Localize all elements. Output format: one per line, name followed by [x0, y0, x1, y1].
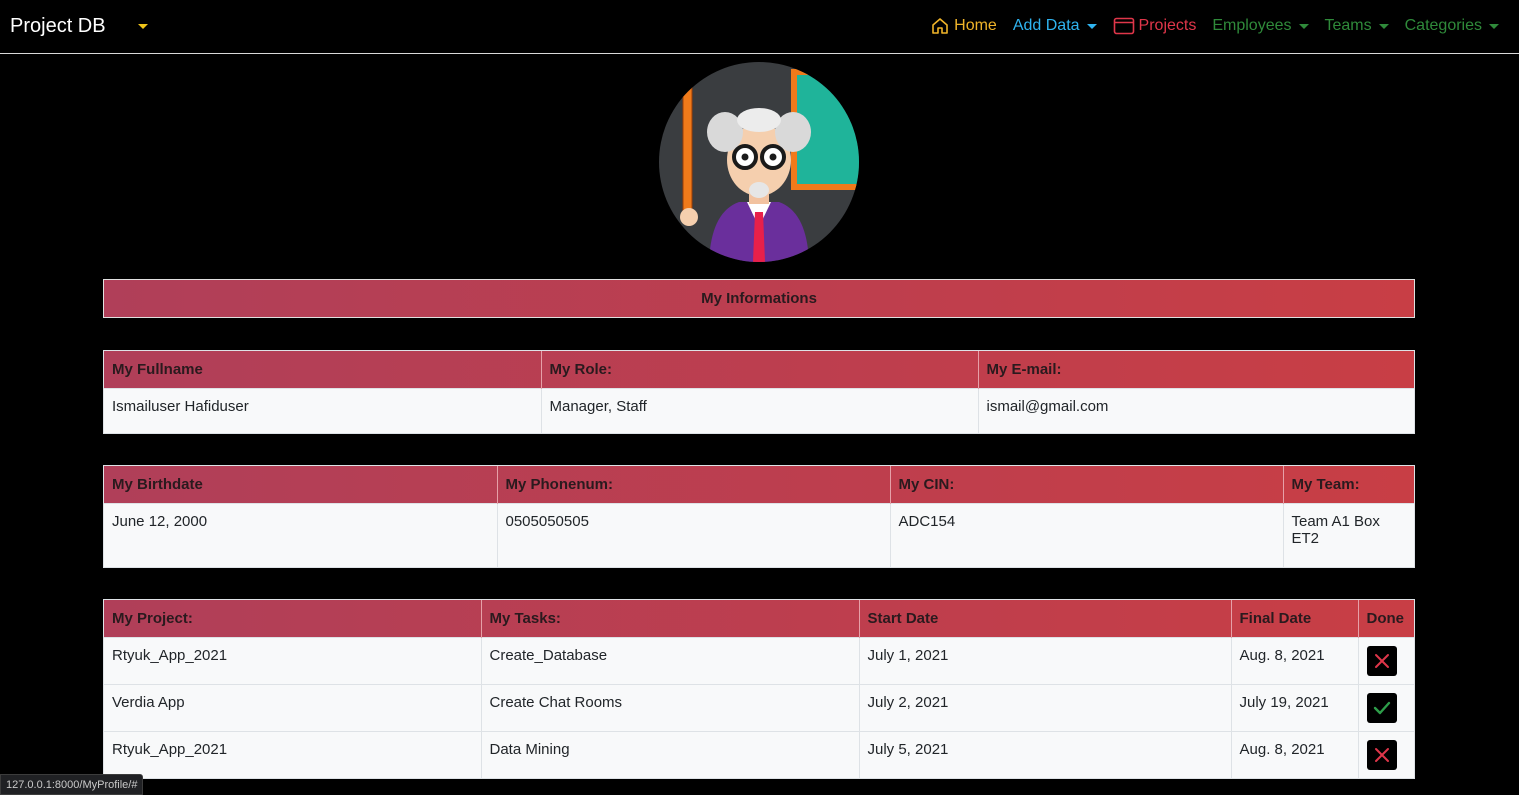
table-row: Rtyuk_App_2021 Create_Database July 1, 2…: [104, 636, 1414, 684]
browser-window-icon: [1113, 17, 1134, 35]
header-tasks: My Tasks:: [481, 600, 860, 637]
header-team: My Team:: [1291, 475, 1360, 493]
profile-avatar: [659, 62, 859, 262]
email-value: ismail@gmail.com: [978, 387, 1414, 433]
team-value: Team A1 Box ET2: [1283, 502, 1414, 567]
tasks-table: My Project: My Tasks: Start Date Final D…: [103, 599, 1415, 779]
final-date-cell: Aug. 8, 2021: [1231, 730, 1359, 778]
nav-employees[interactable]: Employees: [1212, 17, 1309, 35]
birthdate-value: June 12, 2000: [104, 502, 498, 567]
project-cell: Rtyuk_App_2021: [104, 636, 482, 684]
browser-status-url: 127.0.0.1:8000/MyProfile/#: [0, 774, 144, 795]
task-cell: Data Mining: [481, 730, 860, 778]
nav-home[interactable]: Home: [930, 16, 997, 36]
task-cell: Create Chat Rooms: [481, 683, 860, 731]
close-icon: [1374, 653, 1389, 668]
header-email: My E-mail:: [986, 360, 1062, 378]
chevron-down-icon: [1298, 23, 1309, 29]
project-cell: Rtyuk_App_2021: [104, 730, 482, 778]
cin-value: ADC154: [890, 502, 1284, 567]
done-cell: [1358, 683, 1414, 731]
header-fullname: My Fullname: [104, 351, 542, 388]
role-value: Manager, Staff: [541, 387, 979, 433]
done-cell: [1358, 730, 1414, 778]
not-done-button[interactable]: [1366, 645, 1397, 676]
home-icon: [932, 18, 948, 34]
brand-link[interactable]: Project DB: [10, 15, 106, 38]
chevron-down-icon: [1086, 23, 1097, 29]
nav-teams[interactable]: Teams: [1325, 17, 1389, 35]
nav-menu: Home Add Data Projects Employees Teams C…: [914, 16, 1499, 36]
start-date-cell: July 5, 2021: [859, 730, 1232, 778]
header-role: My Role:: [541, 351, 979, 388]
nav-categories-label: Categories: [1404, 17, 1482, 34]
task-cell: Create_Database: [481, 636, 860, 684]
done-cell: [1358, 636, 1414, 684]
nav-categories[interactable]: Categories: [1405, 17, 1499, 35]
nav-home-label: Home: [954, 17, 997, 34]
header-cin: My CIN:: [890, 466, 1284, 503]
done-button[interactable]: [1366, 692, 1397, 723]
chevron-down-icon: [1378, 23, 1389, 29]
navbar: Project DB Home Add Data Projects Employ…: [0, 0, 1519, 54]
phonenum-value: 0505050505: [497, 502, 891, 567]
header-phonenum: My Phonenum:: [497, 466, 891, 503]
project-cell: Verdia App: [104, 683, 482, 731]
contact-info-table: My Birthdate My Phonenum: My CIN: My Tea…: [103, 465, 1415, 568]
table-row: Verdia App Create Chat Rooms July 2, 202…: [104, 683, 1414, 731]
close-icon: [1374, 747, 1389, 762]
nav-add-data-label: Add Data: [1012, 17, 1080, 34]
nav-projects[interactable]: Projects: [1113, 17, 1197, 35]
not-done-button[interactable]: [1366, 739, 1397, 770]
start-date-cell: July 1, 2021: [859, 636, 1232, 684]
chevron-down-icon: [1489, 23, 1499, 29]
nav-add-data[interactable]: Add Data: [1013, 17, 1097, 35]
start-date-cell: July 2, 2021: [859, 683, 1232, 731]
nav-projects-label: Projects: [1138, 17, 1197, 34]
header-birthdate: My Birthdate: [104, 466, 498, 503]
final-date-cell: Aug. 8, 2021: [1231, 636, 1359, 684]
checkmark-icon: [1373, 701, 1390, 714]
nav-teams-label: Teams: [1324, 17, 1372, 34]
fullname-value: Ismailuser Hafiduser: [104, 387, 542, 433]
final-date-cell: July 19, 2021: [1231, 683, 1359, 731]
table-row: Rtyuk_App_2021 Data Mining July 5, 2021 …: [104, 730, 1414, 778]
personal-info-table: My Fullname My Role: My E-mail: Ismailus…: [103, 350, 1415, 434]
header-done: Done: [1366, 609, 1405, 627]
brand-dropdown-caret-icon[interactable]: [138, 24, 148, 29]
header-project: My Project:: [104, 600, 482, 637]
table-row: Ismailuser Hafiduser Manager, Staff isma…: [104, 387, 1414, 433]
nav-employees-label: Employees: [1212, 17, 1292, 34]
header-final-date: Final Date: [1231, 600, 1359, 637]
table-row: June 12, 2000 0505050505 ADC154 Team A1 …: [104, 502, 1414, 567]
section-title: My Informations: [103, 279, 1415, 318]
header-start-date: Start Date: [859, 600, 1232, 637]
